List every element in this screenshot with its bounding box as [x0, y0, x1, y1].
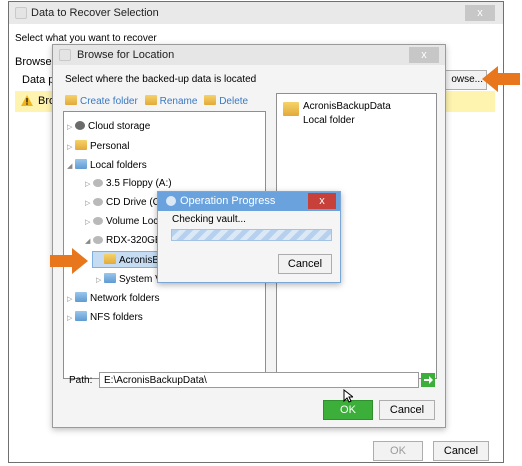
progress-titlebar: Operation Progress x	[158, 192, 340, 211]
warning-icon	[21, 95, 33, 106]
progress-title: Operation Progress	[180, 195, 276, 207]
tree-item-cd-drive[interactable]: ▷ CD Drive (C:	[85, 197, 163, 208]
tree-item-personal[interactable]: ▷ Personal	[67, 140, 129, 152]
browse-button[interactable]: owse...	[443, 70, 487, 90]
content-item-name: AcronisBackupData	[303, 101, 391, 112]
content-item-subtitle: Local folder	[303, 115, 355, 126]
floppy-drive-icon	[93, 179, 103, 187]
progress-app-icon	[166, 196, 176, 206]
rdx-drive-icon	[93, 236, 103, 244]
outer-cancel-button[interactable]: Cancel	[433, 441, 489, 461]
tree-item-volume-lock[interactable]: ▷ Volume Lock	[85, 216, 163, 227]
tree-item-nfs-folders[interactable]: ▷ NFS folders	[67, 311, 143, 323]
system-volume-icon	[104, 273, 116, 283]
browse-app-icon	[59, 49, 71, 61]
delete-action[interactable]: Delete	[204, 95, 249, 107]
nfs-folders-icon	[75, 311, 87, 321]
delete-label: Delete	[219, 96, 249, 107]
app-icon	[15, 7, 27, 19]
create-folder-label: Create folder	[80, 96, 138, 107]
content-folder-icon	[283, 102, 299, 116]
browse-instruction: Select where the backed-up data is locat…	[65, 74, 257, 85]
outer-prompt: Select what you want to recover	[15, 33, 157, 44]
tree-item-cloud-storage[interactable]: ▷ Cloud storage	[67, 121, 150, 132]
browse-toolbar: Create folder Rename Delete	[65, 95, 248, 107]
personal-folder-icon	[75, 140, 87, 150]
go-arrow-icon[interactable]	[421, 373, 435, 387]
rename-icon	[144, 95, 157, 105]
rename-label: Rename	[159, 96, 198, 107]
mouse-cursor-icon	[343, 389, 353, 403]
outer-titlebar: Data to Recover Selection x	[9, 2, 503, 24]
network-folders-icon	[75, 292, 87, 302]
operation-progress-dialog: Operation Progress x Checking vault... C…	[157, 191, 341, 283]
delete-icon	[204, 95, 217, 105]
browse-cancel-button[interactable]: Cancel	[379, 400, 435, 420]
browse-titlebar: Browse for Location x	[53, 45, 445, 65]
tree-item-system-volume[interactable]: ▷ System V	[96, 273, 162, 285]
tree-item-network-folders[interactable]: ▷ Network folders	[67, 292, 159, 304]
local-folders-icon	[75, 159, 87, 169]
content-item-acronis-backup-data[interactable]: AcronisBackupData Local folder	[281, 98, 431, 128]
create-folder-action[interactable]: Create folder	[65, 95, 141, 107]
cd-drive-icon	[93, 198, 103, 206]
volume-icon	[93, 217, 103, 225]
progress-status: Checking vault...	[172, 214, 246, 225]
tree-item-floppy[interactable]: ▷ 3.5 Floppy (A:)	[85, 178, 172, 189]
create-folder-icon	[65, 95, 77, 105]
path-input[interactable]: E:\AcronisBackupData\	[99, 372, 419, 388]
browse-ok-button[interactable]: OK	[323, 400, 373, 420]
progress-bar-fill	[172, 230, 331, 240]
tree-item-local-folders[interactable]: ◢ Local folders	[67, 159, 147, 171]
progress-close-button[interactable]: x	[308, 193, 336, 209]
outer-browse-label: Browse	[15, 56, 52, 68]
browse-title: Browse for Location	[77, 49, 175, 61]
pointer-arrow-icon	[50, 248, 88, 274]
tree-item-acronis-backup-data[interactable]: AcronisBa	[96, 254, 165, 266]
progress-cancel-button[interactable]: Cancel	[278, 254, 332, 274]
tree-item-rdx[interactable]: ◢ RDX-320GB	[85, 235, 162, 246]
pointer-arrow-icon	[482, 66, 520, 92]
path-label: Path:	[69, 375, 93, 386]
cloud-icon	[75, 121, 85, 130]
progress-bar	[171, 229, 332, 241]
outer-title: Data to Recover Selection	[31, 7, 159, 19]
browse-close-button[interactable]: x	[409, 47, 439, 63]
outer-close-button[interactable]: x	[465, 5, 495, 21]
acronis-folder-icon	[104, 254, 116, 264]
outer-ok-button[interactable]: OK	[373, 441, 423, 461]
rename-action[interactable]: Rename	[144, 95, 201, 107]
